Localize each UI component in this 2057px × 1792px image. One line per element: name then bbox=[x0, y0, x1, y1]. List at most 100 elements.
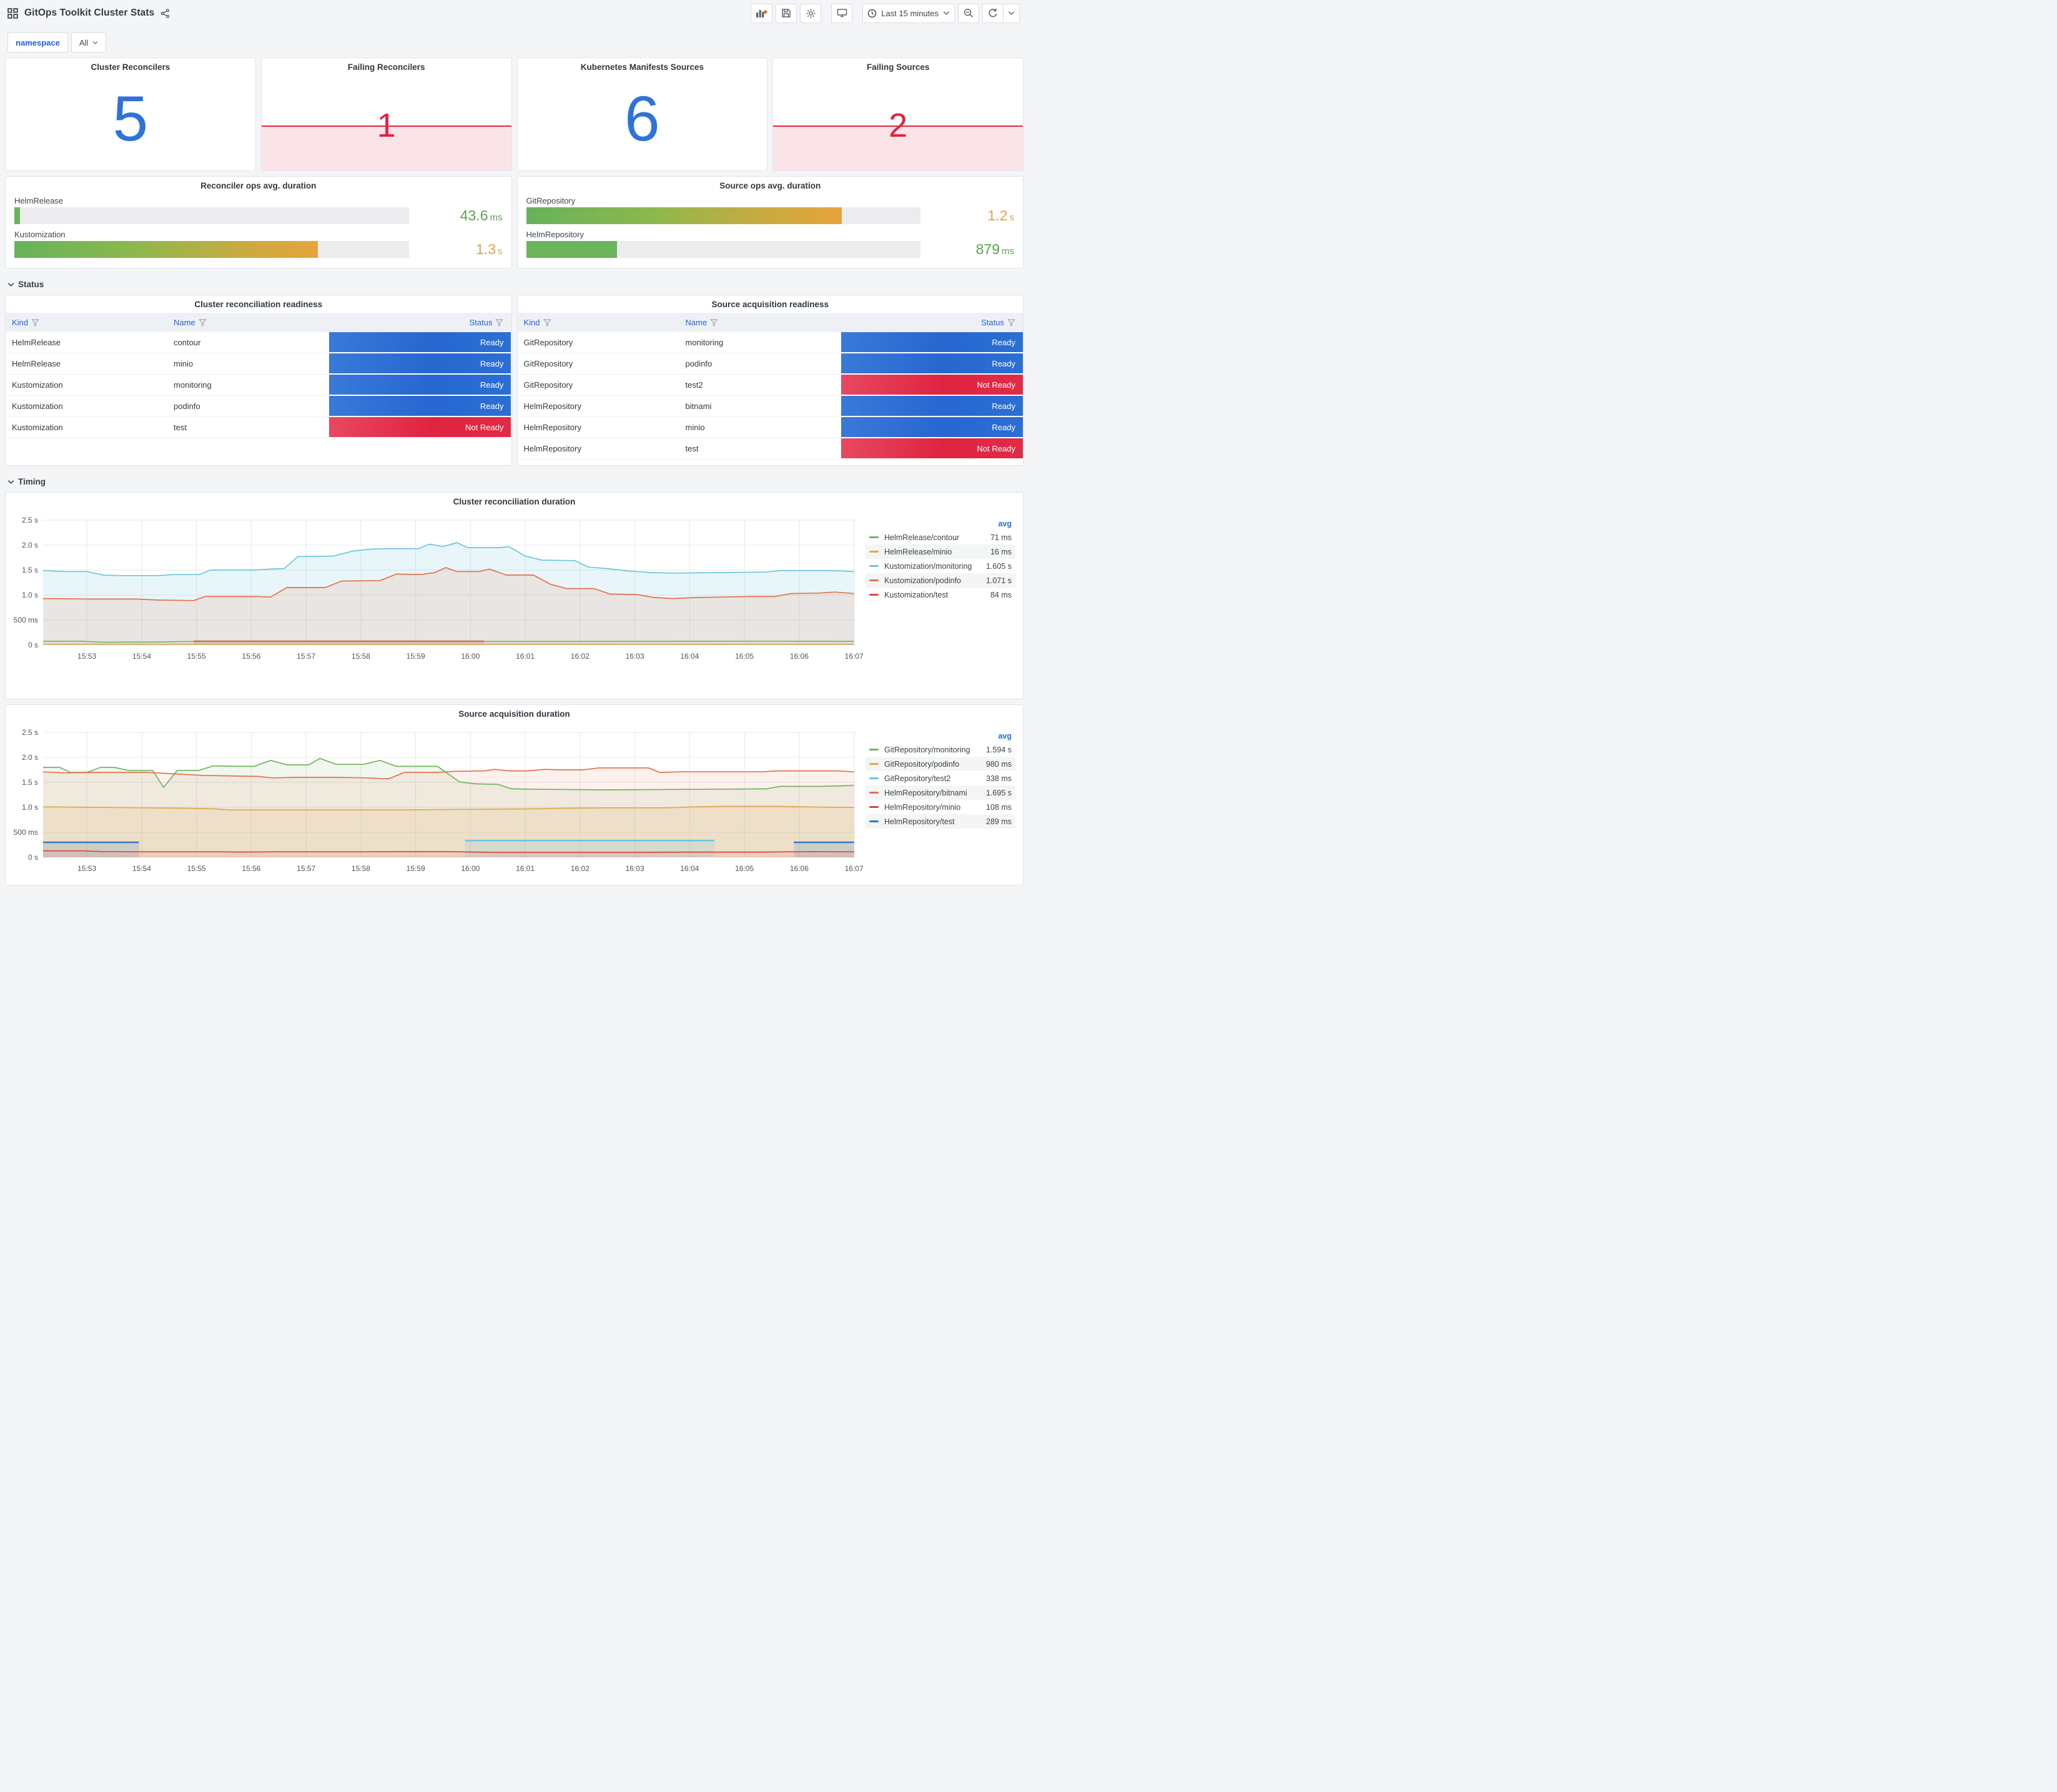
section-header-status[interactable]: Status bbox=[5, 273, 1024, 295]
legend-item[interactable]: Kustomization/podinfo 1.071 s bbox=[866, 573, 1015, 588]
x-axis: 15:53 15:54 15:55 15:56 15:57 15:58 15:59 16:00… bbox=[43, 861, 863, 876]
variable-namespace-value-dropdown[interactable]: All bbox=[71, 32, 107, 52]
cell-name: test bbox=[679, 438, 841, 460]
y-tick-label: 2.0 s bbox=[21, 541, 38, 549]
x-tick-label: 15:54 bbox=[132, 864, 151, 873]
legend-series-name: HelmRepository/minio bbox=[884, 802, 961, 812]
gauge-fill bbox=[14, 241, 318, 258]
cell-name: contour bbox=[167, 332, 330, 353]
x-tick-label: 15:54 bbox=[132, 652, 151, 661]
gauge-track bbox=[526, 207, 920, 224]
x-tick-label: 16:06 bbox=[789, 864, 809, 873]
cell-name: podinfo bbox=[167, 396, 330, 417]
gauge-panels-row: Reconciler ops avg. duration HelmRelease 4… bbox=[5, 176, 1024, 268]
filter-icon[interactable] bbox=[1007, 318, 1015, 327]
section-header-timing[interactable]: Timing bbox=[5, 471, 1024, 492]
x-tick-label: 15:57 bbox=[297, 864, 316, 873]
refresh-interval-caret[interactable] bbox=[1004, 3, 1020, 23]
column-header-name[interactable]: Name bbox=[679, 318, 841, 327]
legend-item[interactable]: GitRepository/monitoring 1.594 s bbox=[866, 742, 1015, 757]
legend-item[interactable]: HelmRelease/minio 16 ms bbox=[866, 544, 1015, 559]
cycle-view-button[interactable] bbox=[831, 3, 853, 23]
stat-panel-title[interactable]: Kubernetes Manifests Sources bbox=[518, 58, 767, 72]
stat-panel-title[interactable]: Cluster Reconcilers bbox=[6, 58, 255, 72]
submenu: namespace All bbox=[0, 26, 1028, 57]
chart-plot-area[interactable] bbox=[43, 516, 857, 649]
add-panel-icon bbox=[756, 8, 767, 19]
x-tick-label: 16:04 bbox=[680, 864, 699, 873]
legend-item[interactable]: HelmRelease/contour 71 ms bbox=[866, 530, 1015, 544]
table-panel-title[interactable]: Source acquisition readiness bbox=[518, 295, 1024, 309]
x-tick-label: 16:01 bbox=[516, 864, 535, 873]
legend-series-color bbox=[869, 565, 879, 567]
x-tick-label: 16:03 bbox=[625, 864, 644, 873]
column-header-status[interactable]: Status bbox=[329, 318, 511, 327]
legend-item[interactable]: HelmRepository/test 289 ms bbox=[866, 814, 1015, 829]
x-tick-label: 15:56 bbox=[242, 652, 261, 661]
dashboard-settings-button[interactable] bbox=[800, 3, 822, 23]
x-tick-label: 15:53 bbox=[77, 864, 97, 873]
filter-icon[interactable] bbox=[495, 318, 504, 327]
legend-item[interactable]: HelmRepository/minio 108 ms bbox=[866, 800, 1015, 814]
table-row: Kustomization test Not Ready bbox=[6, 417, 511, 438]
add-panel-button[interactable] bbox=[751, 3, 773, 23]
legend-item[interactable]: Kustomization/monitoring 1.605 s bbox=[866, 559, 1015, 573]
table-row: HelmRelease contour Ready bbox=[6, 332, 511, 353]
variable-namespace-label[interactable]: namespace bbox=[7, 32, 68, 52]
save-dashboard-button[interactable] bbox=[776, 3, 797, 23]
x-tick-label: 15:57 bbox=[297, 652, 316, 661]
cell-kind: HelmRelease bbox=[6, 332, 168, 353]
gauge-row-label: HelmRelease bbox=[14, 196, 64, 205]
cell-name: monitoring bbox=[679, 332, 841, 353]
column-header-kind[interactable]: Kind bbox=[6, 318, 167, 327]
gauge-panel-title[interactable]: Source ops avg. duration bbox=[526, 177, 1015, 190]
gauge-row-label: Kustomization bbox=[14, 230, 66, 239]
x-tick-label: 15:59 bbox=[406, 864, 425, 873]
column-header-status[interactable]: Status bbox=[841, 318, 1023, 327]
legend-series-avg: 71 ms bbox=[990, 533, 1012, 542]
table-row: GitRepository podinfo Ready bbox=[517, 353, 1024, 375]
legend-item[interactable]: GitRepository/test2 338 ms bbox=[866, 771, 1015, 785]
chart-plot-area[interactable] bbox=[43, 729, 857, 861]
stat-panel-title[interactable]: Failing Reconcilers bbox=[262, 58, 511, 72]
gauge-row: HelmRelease 43.6 ms bbox=[14, 196, 503, 224]
legend-item[interactable]: GitRepository/podinfo 980 ms bbox=[866, 757, 1015, 771]
legend-item[interactable]: HelmRepository/bitnami 1.695 s bbox=[866, 785, 1015, 800]
filter-icon[interactable] bbox=[710, 318, 719, 327]
chart-title[interactable]: Source acquisition duration bbox=[11, 705, 1018, 719]
chart-title[interactable]: Cluster reconciliation duration bbox=[11, 493, 1018, 506]
cell-name: test2 bbox=[679, 375, 841, 396]
gauge-row: HelmRepository 879 ms bbox=[526, 230, 1014, 258]
column-header-kind[interactable]: Kind bbox=[518, 318, 679, 327]
column-header-name[interactable]: Name bbox=[167, 318, 329, 327]
filter-icon[interactable] bbox=[198, 318, 207, 327]
gauge-value: 1.3 s bbox=[476, 241, 503, 257]
legend-series-avg: 1.695 s bbox=[985, 788, 1012, 797]
gauge-panel-title[interactable]: Reconciler ops avg. duration bbox=[14, 177, 503, 190]
filter-icon[interactable] bbox=[543, 318, 551, 327]
column-header-label: Name bbox=[174, 318, 195, 327]
clock-icon bbox=[867, 9, 877, 18]
table-row: HelmRepository test Not Ready bbox=[517, 438, 1024, 460]
gauge-unit: ms bbox=[1002, 246, 1014, 257]
zoom-out-icon bbox=[964, 8, 974, 18]
y-tick-label: 2.5 s bbox=[21, 516, 38, 524]
share-icon[interactable] bbox=[160, 8, 170, 18]
table-panel-title[interactable]: Cluster reconciliation readiness bbox=[6, 295, 511, 309]
legend-series-avg: 1.594 s bbox=[985, 745, 1012, 754]
legend-series-name: GitRepository/test2 bbox=[884, 774, 951, 783]
x-tick-label: 16:02 bbox=[570, 652, 589, 661]
y-tick-label: 500 ms bbox=[13, 828, 38, 837]
cell-kind: HelmRepository bbox=[517, 417, 679, 438]
filter-icon[interactable] bbox=[31, 318, 39, 327]
legend-avg-header[interactable]: avg bbox=[975, 519, 1015, 528]
stat-panel-title[interactable]: Failing Sources bbox=[773, 58, 1023, 72]
refresh-button[interactable] bbox=[982, 3, 1004, 23]
cell-kind: HelmRepository bbox=[517, 438, 679, 460]
time-range-picker[interactable]: Last 15 minutes bbox=[862, 3, 955, 23]
legend-item[interactable]: Kustomization/test 84 ms bbox=[866, 588, 1015, 602]
legend-avg-header[interactable]: avg bbox=[975, 732, 1015, 741]
gauge-track bbox=[14, 207, 409, 224]
table-panel: Source acquisition readiness Kind Name Stat… bbox=[516, 295, 1024, 466]
zoom-out-button[interactable] bbox=[958, 3, 979, 23]
